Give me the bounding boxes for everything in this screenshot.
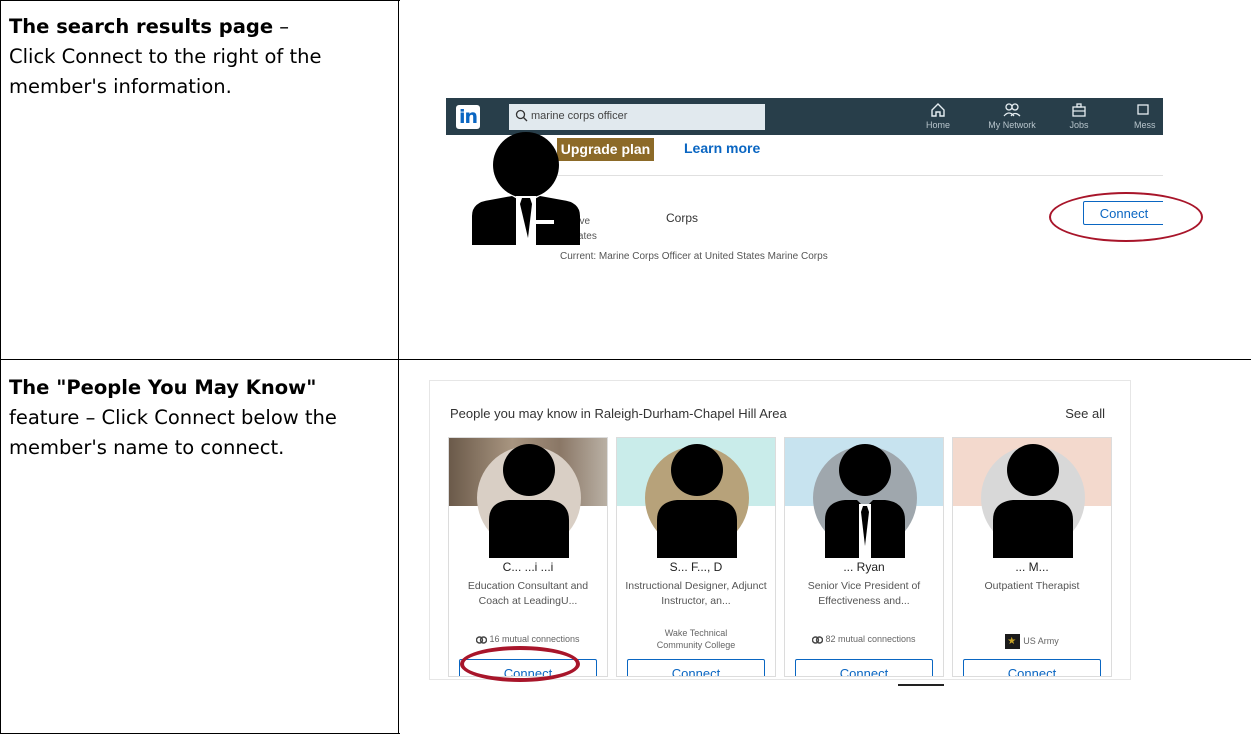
mutual-connections: 16 mutual connections [449, 634, 607, 644]
pymk-title: People you may know in Raleigh-Durham-Ch… [450, 406, 787, 421]
us-army-logo-icon [1005, 634, 1021, 649]
briefcase-icon [1072, 103, 1086, 117]
row-1-dash: – [273, 15, 290, 38]
person-card[interactable]: S... F..., D Instructional Designer, Adj… [616, 437, 776, 677]
connect-button[interactable]: Connect [963, 659, 1101, 676]
person-name[interactable]: ... Ryan [785, 560, 943, 574]
nav-jobs[interactable]: Jobs [1062, 102, 1096, 130]
nav-messaging-label: Mess [1134, 120, 1156, 130]
linkedin-logo[interactable]: in [456, 105, 480, 129]
person-name[interactable]: S... F..., D [617, 560, 775, 574]
pymk-module: People you may know in Raleigh-Durham-Ch… [429, 380, 1131, 680]
search-input[interactable]: marine corps officer [509, 104, 765, 130]
row-2-body: feature – Click Connect below the member… [9, 406, 337, 459]
person-headline: Education Consultant and Coach at Leadin… [467, 580, 589, 607]
nav-jobs-label: Jobs [1069, 120, 1089, 130]
member-avatar [472, 132, 580, 245]
nav-my-network-label: My Network [988, 120, 1036, 130]
person-organization: US Army [953, 634, 1111, 649]
avatar-silhouette [993, 444, 1073, 558]
person-name[interactable]: ... M... [953, 560, 1111, 574]
mutual-connections-text: 16 mutual connections [489, 634, 580, 644]
row-1-text: The search results page – Click Connect … [9, 12, 379, 102]
pymk-screenshot: People you may know in Raleigh-Durham-Ch… [429, 380, 1137, 682]
connect-button[interactable]: Connect [627, 659, 765, 676]
row-1-body: Click Connect to the right of the member… [9, 45, 322, 98]
member-employer-fragment: Corps [666, 211, 699, 225]
avatar-silhouette [825, 444, 905, 558]
organization-text: US Army [1023, 635, 1059, 646]
person-headline: Senior Vice President of Effectiveness a… [807, 580, 921, 607]
avatar-silhouette [657, 444, 737, 558]
person-headline: Outpatient Therapist [984, 580, 1080, 592]
highlight-oval [460, 646, 580, 682]
avatar-silhouette [489, 444, 569, 558]
mutual-connections-icon [812, 635, 824, 644]
member-current-position: Current: Marine Corps Officer at United … [560, 251, 828, 262]
home-icon [931, 103, 945, 117]
nav-messaging[interactable]: Mess [1134, 102, 1163, 130]
mutual-connections: 82 mutual connections [785, 634, 943, 644]
person-card[interactable]: ... M... Outpatient Therapist US Army Co… [952, 437, 1112, 677]
search-value: marine corps officer [531, 110, 628, 122]
row-2-title: The "People You May Know" [9, 376, 317, 399]
table-row-divider [0, 359, 1251, 360]
network-icon [1003, 103, 1021, 117]
person-name[interactable]: C... ...i ...i [449, 560, 607, 574]
nav-home-label: Home [925, 120, 950, 130]
person-card[interactable]: ... Ryan Senior Vice President of Effect… [784, 437, 944, 677]
row-2-text: The "People You May Know" feature – Clic… [9, 373, 379, 463]
messaging-icon [1137, 104, 1149, 115]
nav-my-network[interactable]: My Network [982, 102, 1042, 130]
person-card[interactable]: C... ...i ...i Education Consultant and … [448, 437, 608, 677]
mutual-connections-icon [476, 635, 488, 644]
table-column-divider [398, 0, 399, 734]
nav-home[interactable]: Home [918, 102, 958, 130]
mutual-connections-text: 82 mutual connections [825, 634, 916, 644]
row-1-title: The search results page [9, 15, 274, 38]
search-icon [515, 109, 528, 122]
learn-more-link[interactable]: Learn more [684, 140, 760, 156]
person-headline: Instructional Designer, Adjunct Instruct… [625, 580, 767, 607]
table-border-left [0, 0, 1, 734]
divider [556, 175, 1163, 176]
scroll-indicator [898, 684, 944, 686]
connect-button[interactable]: Connect [795, 659, 933, 676]
person-school: Wake Technical Community College [656, 628, 736, 650]
see-all-link[interactable]: See all [1065, 406, 1105, 421]
highlight-oval [1049, 192, 1203, 242]
table-border-top [0, 0, 400, 1]
